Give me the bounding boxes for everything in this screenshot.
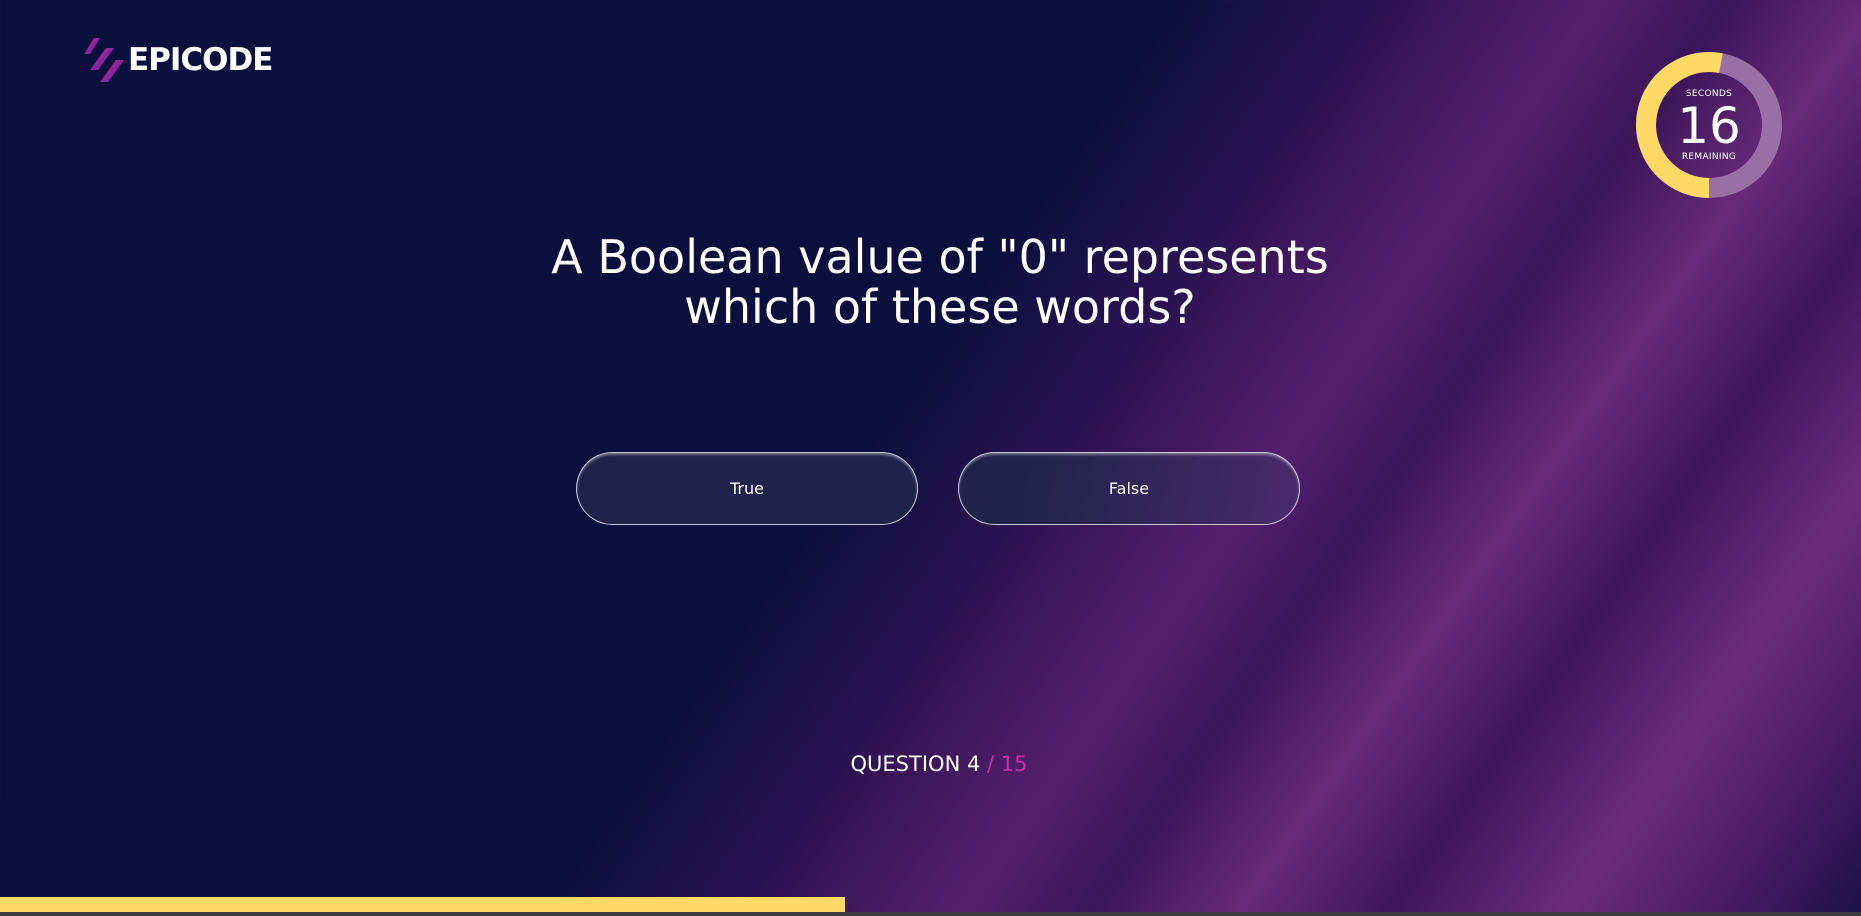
answer-button-false[interactable]: False — [958, 452, 1300, 525]
brand-name: EPICODE — [128, 42, 273, 78]
question-counter-total: / 15 — [987, 752, 1028, 776]
question-text: A Boolean value of "0" represents which … — [551, 230, 1329, 334]
brand-logo: EPICODE — [84, 36, 273, 84]
question-counter: QUESTION 4 / 15 — [0, 752, 1861, 776]
quiz-progress-bar — [0, 897, 1861, 916]
answer-button-true[interactable]: True — [576, 452, 918, 525]
countdown-timer: SECONDS 16 REMAINING — [1636, 52, 1782, 198]
quiz-progress-track — [0, 912, 1861, 916]
epicode-stripes-logo-icon — [84, 38, 124, 82]
answer-options: True False — [576, 452, 1300, 525]
timer-seconds-value: 16 — [1677, 96, 1741, 155]
quiz-progress-fill — [0, 897, 845, 912]
timer-caption-remaining: REMAINING — [1681, 151, 1737, 162]
question-counter-current: QUESTION 4 — [850, 752, 981, 776]
